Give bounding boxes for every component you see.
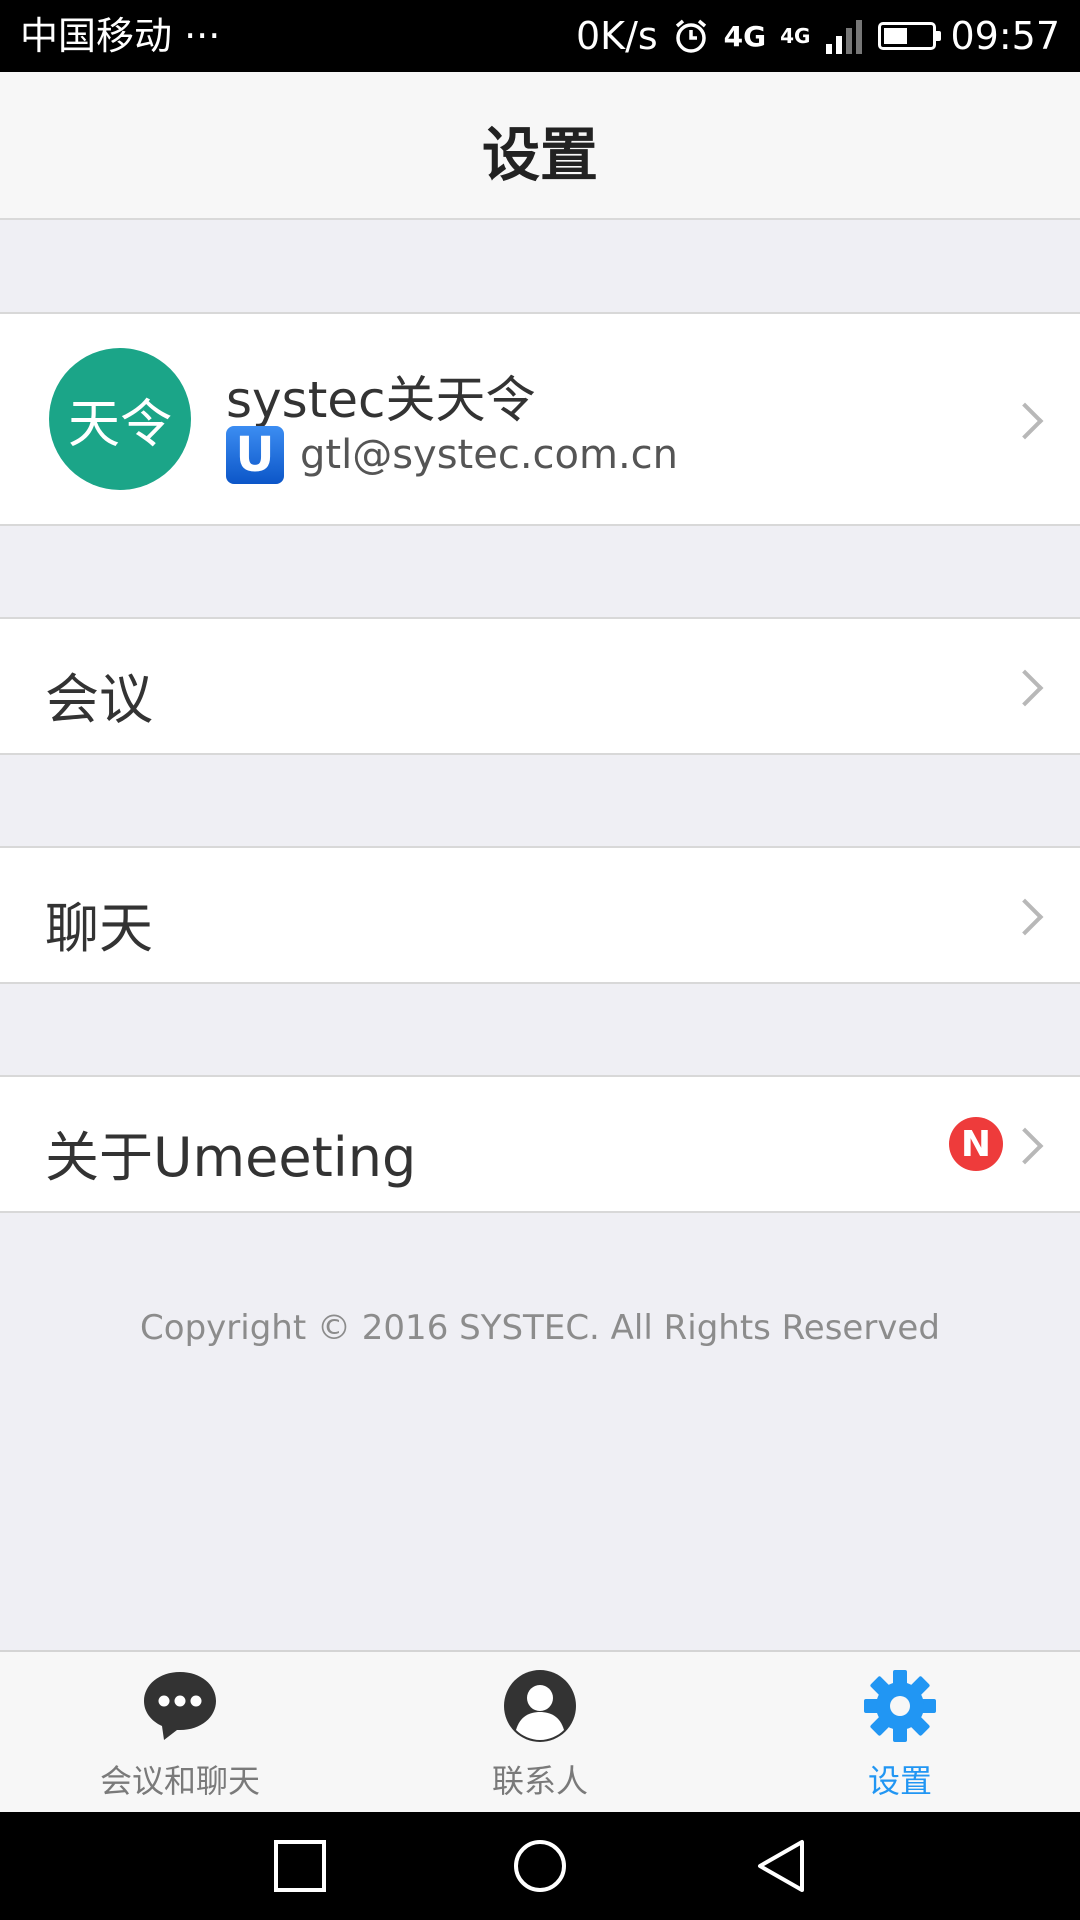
menu-item-label: 关于Umeeting [45, 1126, 417, 1189]
battery-icon [878, 22, 942, 50]
menu-item-meeting[interactable]: 会议 [0, 617, 1080, 755]
avatar: 天令 [49, 348, 191, 490]
clock: 09:57 [950, 14, 1060, 58]
net-speed: 0K/s [575, 14, 658, 58]
menu-item-chat[interactable]: 聊天 [0, 846, 1080, 984]
tab-meetings-chat[interactable]: 会议和聊天 [0, 1652, 360, 1812]
menu-item-about[interactable]: 关于Umeeting N [0, 1075, 1080, 1213]
new-badge: N [949, 1117, 1003, 1171]
battery-level [884, 28, 908, 44]
tab-contacts[interactable]: 联系人 [360, 1652, 720, 1812]
profile-email: gtl@systec.com.cn [300, 432, 679, 478]
recent-apps-icon[interactable] [272, 1838, 328, 1894]
nav-header: 设置 [0, 72, 1080, 220]
chat-bubble-icon [144, 1672, 216, 1740]
contact-icon [504, 1670, 576, 1742]
status-icons: 0K/s 4G 4G 09:57 [576, 12, 1060, 60]
gear-icon [864, 1670, 936, 1742]
alarm-icon [675, 19, 706, 53]
signal-icon [826, 20, 863, 54]
network-type-2: 4G [780, 24, 811, 48]
umeeting-u-icon: U [226, 426, 284, 484]
profile-cell[interactable]: 天令 systec关天令 U gtl@systec.com.cn [0, 312, 1080, 526]
status-bar: 中国移动 ··· 0K/s 4G 4G 09:57 [0, 0, 1080, 72]
menu-item-label: 会议 [45, 668, 153, 731]
network-type-1: 4G [723, 19, 767, 53]
copyright-text: Copyright © 2016 SYSTEC. All Rights Rese… [140, 1308, 940, 1348]
tab-label: 会议和聊天 [99, 1762, 260, 1800]
system-nav-bar [0, 1812, 1080, 1920]
carrier-name: 中国移动 ··· [20, 14, 221, 58]
chevron-right-icon [1006, 898, 1044, 936]
profile-email-row: U gtl@systec.com.cn [226, 426, 678, 484]
menu-item-label: 聊天 [45, 897, 153, 960]
chevron-right-icon [1006, 669, 1044, 707]
tab-label: 设置 [867, 1762, 932, 1800]
chevron-right-icon [1006, 402, 1044, 440]
page-title: 设置 [481, 121, 598, 189]
profile-name: systec关天令 [226, 371, 536, 429]
chevron-right-icon [1006, 1127, 1044, 1165]
tab-label: 联系人 [491, 1762, 588, 1800]
home-icon[interactable] [512, 1838, 568, 1894]
back-icon[interactable] [752, 1838, 808, 1894]
tab-settings[interactable]: 设置 [720, 1652, 1080, 1812]
tab-bar: 会议和聊天 联系人 设置 [0, 1650, 1080, 1812]
